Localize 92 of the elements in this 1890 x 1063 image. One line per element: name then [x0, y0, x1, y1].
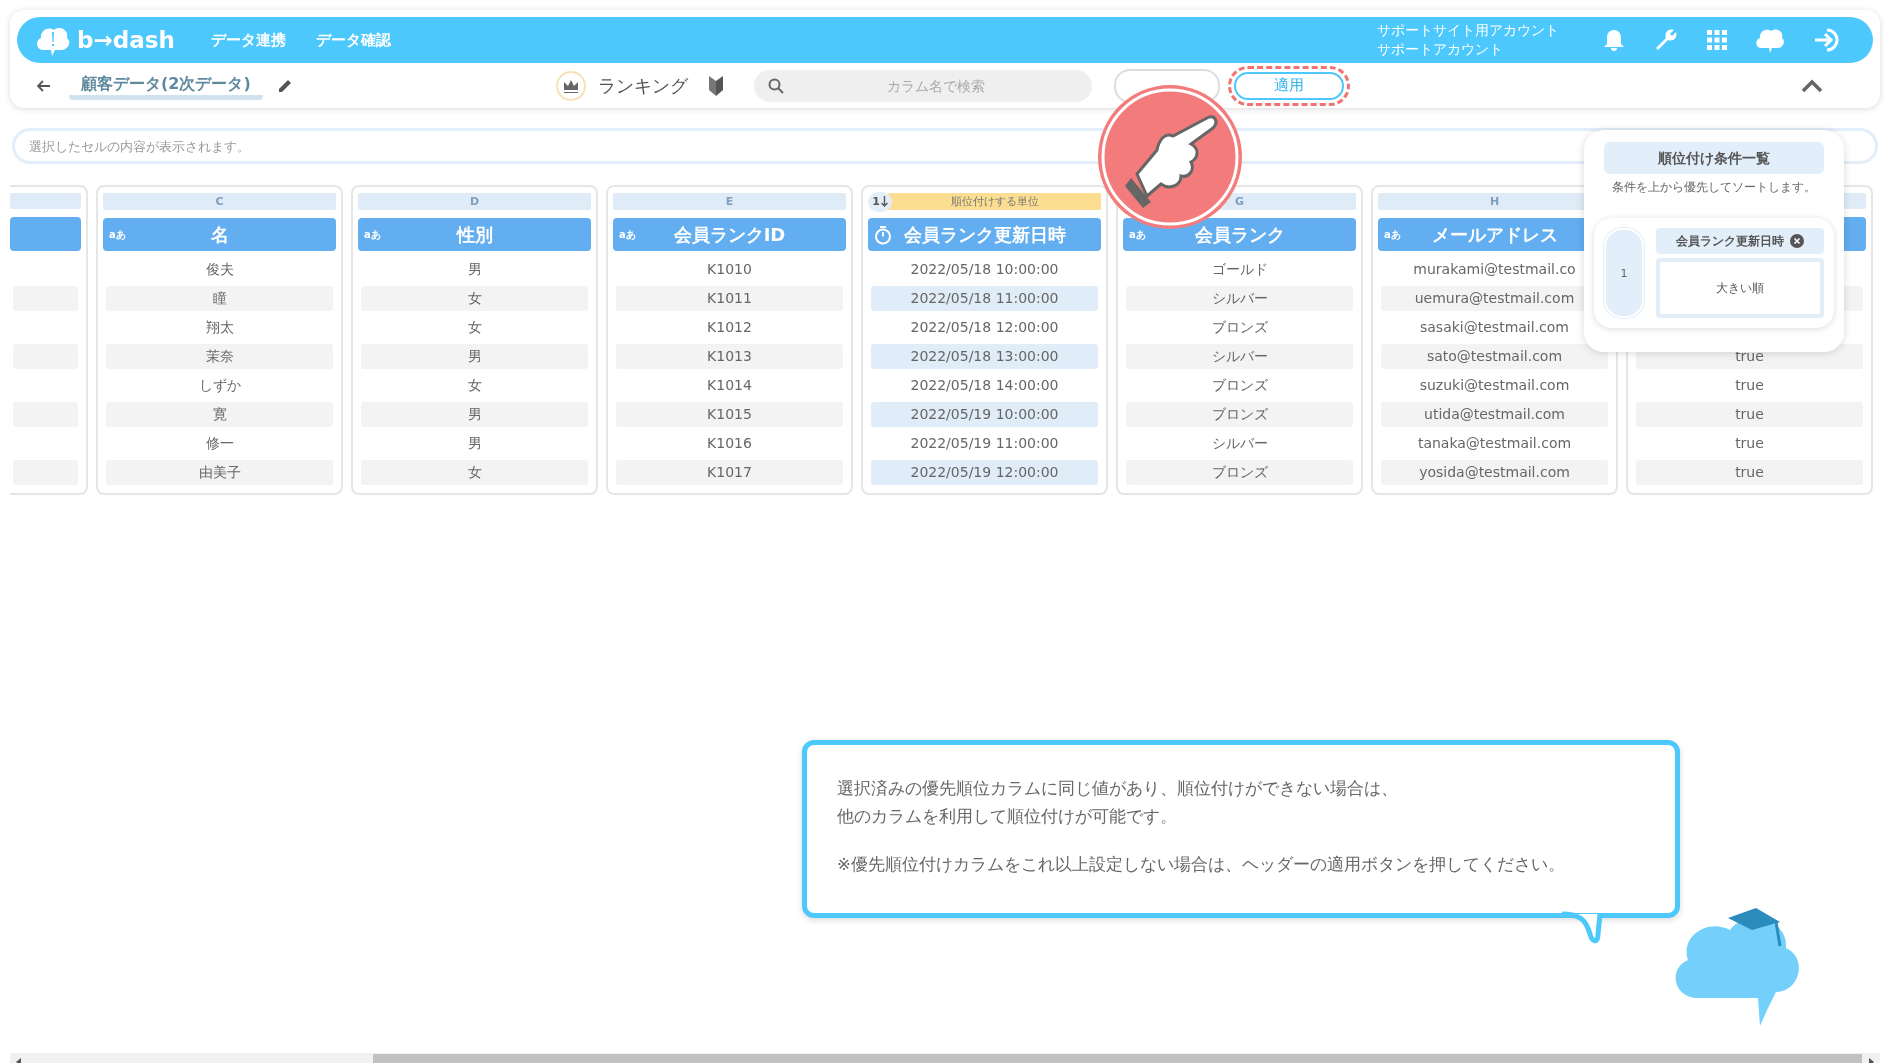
column-letter: C: [103, 193, 336, 210]
table-cell[interactable]: 2022/05/19 10:00:00: [871, 402, 1098, 427]
table-cell[interactable]: 2022/05/18 11:00:00: [871, 286, 1098, 311]
table-cell[interactable]: ブロンズ: [1126, 373, 1353, 398]
logout-icon[interactable]: [1813, 27, 1841, 53]
table-cell[interactable]: tanaka@testmail.com: [1381, 431, 1608, 456]
remove-icon[interactable]: [1790, 234, 1804, 248]
table-cell[interactable]: K1013: [616, 344, 843, 369]
table-cell[interactable]: K1016: [616, 431, 843, 456]
table-cell[interactable]: 男: [361, 344, 588, 369]
table-cell[interactable]: K1015: [616, 402, 843, 427]
table-cell[interactable]: 寛: [106, 402, 333, 427]
table-cell[interactable]: シルバー: [1126, 431, 1353, 456]
table-cell[interactable]: シルバー: [1126, 286, 1353, 311]
table-cell[interactable]: 修一: [106, 431, 333, 456]
table-cell[interactable]: 2022/05/19 11:00:00: [871, 431, 1098, 456]
table-cell[interactable]: 俊夫: [106, 257, 333, 282]
mode-label: ランキング: [597, 73, 688, 98]
table-cell[interactable]: ゴールド: [1126, 257, 1353, 282]
data-title: 顧客データ(2次データ): [69, 71, 263, 100]
type-label: aあ: [1384, 227, 1402, 242]
type-label: aあ: [1129, 227, 1147, 242]
crown-icon: [555, 70, 586, 101]
table-cell[interactable]: 男: [361, 402, 588, 427]
table-cell[interactable]: 2022/05/18 10:00:00: [871, 257, 1098, 282]
pencil-icon[interactable]: [276, 77, 293, 94]
table-cell[interactable]: K1014: [616, 373, 843, 398]
table-cell[interactable]: ブロンズ: [1126, 460, 1353, 485]
table-cell[interactable]: true: [1636, 402, 1863, 427]
apps-grid-icon[interactable]: [1707, 30, 1727, 50]
table-cell[interactable]: 由美子: [106, 460, 333, 485]
table-cell[interactable]: 2022/05/18 12:00:00: [871, 315, 1098, 340]
back-arrow-icon[interactable]: [37, 79, 51, 92]
table-cell[interactable]: 女: [361, 373, 588, 398]
rank-number: 1: [872, 195, 880, 208]
hint-text: ※優先順位付けカラムをこれ以上設定しない場合は、ヘッダーの適用ボタンを押してください。: [837, 854, 1566, 876]
table-cell[interactable]: true: [1636, 373, 1863, 398]
column-title: 会員ランク: [1193, 222, 1286, 247]
table-cell[interactable]: シルバー: [1126, 344, 1353, 369]
account-name: サポートサイト用アカウント: [1377, 21, 1559, 40]
table-cell[interactable]: 翔太: [106, 315, 333, 340]
column-title: 会員ランク更新日時: [902, 222, 1067, 247]
table-cell[interactable]: 女: [361, 460, 588, 485]
table-cell[interactable]: 女: [361, 286, 588, 311]
table-cell[interactable]: ブロンズ: [1126, 315, 1353, 340]
column-title: 名: [209, 222, 230, 247]
table-cell[interactable]: K1017: [616, 460, 843, 485]
beginner-mark-icon[interactable]: [707, 74, 724, 97]
type-label: aあ: [109, 227, 127, 242]
column-title: 会員ランクID: [672, 222, 787, 247]
table-cell[interactable]: 2022/05/18 13:00:00: [871, 344, 1098, 369]
table-cell[interactable]: utida@testmail.com: [1381, 402, 1608, 427]
hint-text: 選択済みの優先順位カラムに同じ値があり、順位付けができない場合は、 他のカラムを利用して順位付けが可能です。: [837, 778, 1399, 828]
table-cell[interactable]: 男: [361, 431, 588, 456]
down-arrow-icon: [880, 196, 888, 207]
column-title: 性別: [455, 222, 494, 247]
cloud-icon[interactable]: [1755, 26, 1785, 54]
table-cell[interactable]: K1011: [616, 286, 843, 311]
account-name: サポートアカウント: [1377, 40, 1504, 59]
column-letter-bar: [10, 193, 81, 210]
type-label: aあ: [364, 227, 382, 242]
bell-icon[interactable]: [1603, 28, 1625, 52]
table-cell[interactable]: K1010: [616, 257, 843, 282]
column-letter: D: [358, 193, 591, 210]
priority-number: 1: [1604, 228, 1644, 318]
search-field[interactable]: カラム名で検索: [753, 69, 1092, 102]
table-cell[interactable]: ブロンズ: [1126, 402, 1353, 427]
table-cell[interactable]: 男: [361, 257, 588, 282]
condition-column-chip[interactable]: 会員ランク更新日時: [1656, 228, 1824, 254]
panel-title: 順位付け条件一覧: [1604, 142, 1824, 174]
table-cell[interactable]: 茉奈: [106, 344, 333, 369]
table-cell[interactable]: 2022/05/18 14:00:00: [871, 373, 1098, 398]
table-cell[interactable]: yosida@testmail.com: [1381, 460, 1608, 485]
column-header[interactable]: [10, 217, 81, 251]
sort-order-option[interactable]: 大きい順: [1656, 258, 1824, 318]
table-cell[interactable]: しずか: [106, 373, 333, 398]
panel-description: 条件を上から優先してソートします。: [1611, 180, 1817, 194]
column-letter: E: [613, 193, 846, 210]
table-cell[interactable]: suzuki@testmail.com: [1381, 373, 1608, 398]
table-cell[interactable]: 瞳: [106, 286, 333, 311]
table-cell[interactable]: true: [1636, 460, 1863, 485]
type-label: aあ: [619, 227, 637, 242]
sort-unit-tag: 順位付けする単位: [888, 193, 1101, 210]
condition-column: 会員ランク更新日時: [1676, 232, 1784, 250]
table-cell[interactable]: 女: [361, 315, 588, 340]
table-cell[interactable]: K1012: [616, 315, 843, 340]
table-cell[interactable]: 2022/05/19 12:00:00: [871, 460, 1098, 485]
column-title: メールアドレス: [1430, 222, 1559, 247]
search-icon: [767, 77, 784, 94]
chevron-up-icon[interactable]: [1801, 78, 1823, 93]
table-cell[interactable]: true: [1636, 431, 1863, 456]
table-cell[interactable]: sato@testmail.com: [1381, 344, 1608, 369]
